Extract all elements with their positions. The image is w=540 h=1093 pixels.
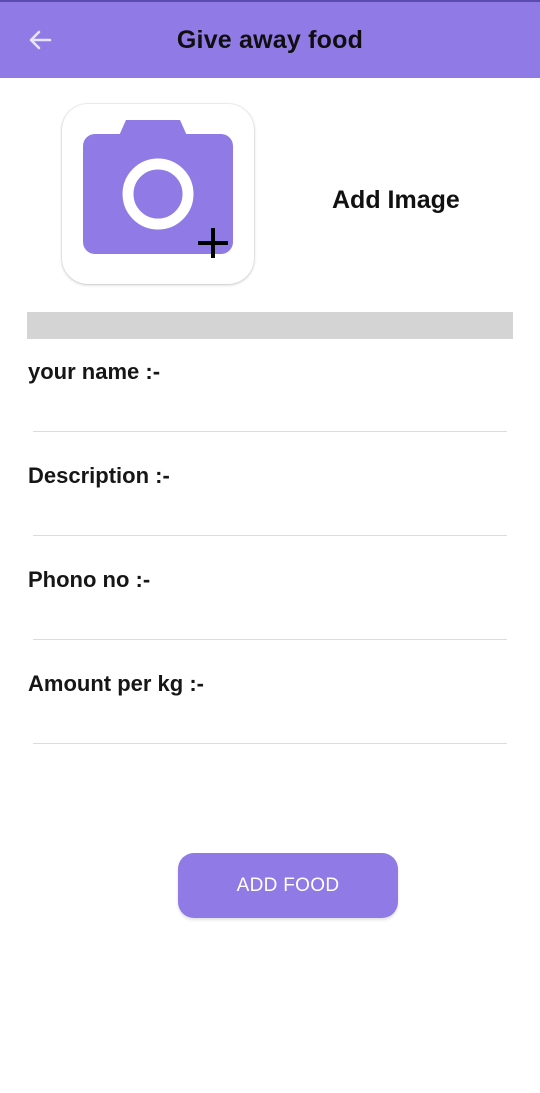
- name-input[interactable]: [33, 399, 507, 432]
- amount-label: Amount per kg :-: [28, 671, 204, 696]
- name-label: your name :-: [28, 359, 161, 384]
- image-preview-strip: [27, 312, 513, 339]
- description-input[interactable]: [33, 503, 507, 536]
- add-food-button[interactable]: ADD FOOD: [178, 853, 398, 918]
- phone-input[interactable]: [33, 607, 507, 640]
- amount-input[interactable]: [33, 711, 507, 744]
- add-image-button[interactable]: [62, 104, 254, 284]
- page-title: Give away food: [176, 26, 364, 54]
- add-photo-camera-icon: [83, 120, 233, 258]
- description-label: Description :-: [28, 463, 170, 488]
- phone-label: Phono no :-: [28, 567, 151, 592]
- add-image-label: Add Image: [332, 186, 460, 214]
- app-bar: Give away food: [0, 0, 540, 78]
